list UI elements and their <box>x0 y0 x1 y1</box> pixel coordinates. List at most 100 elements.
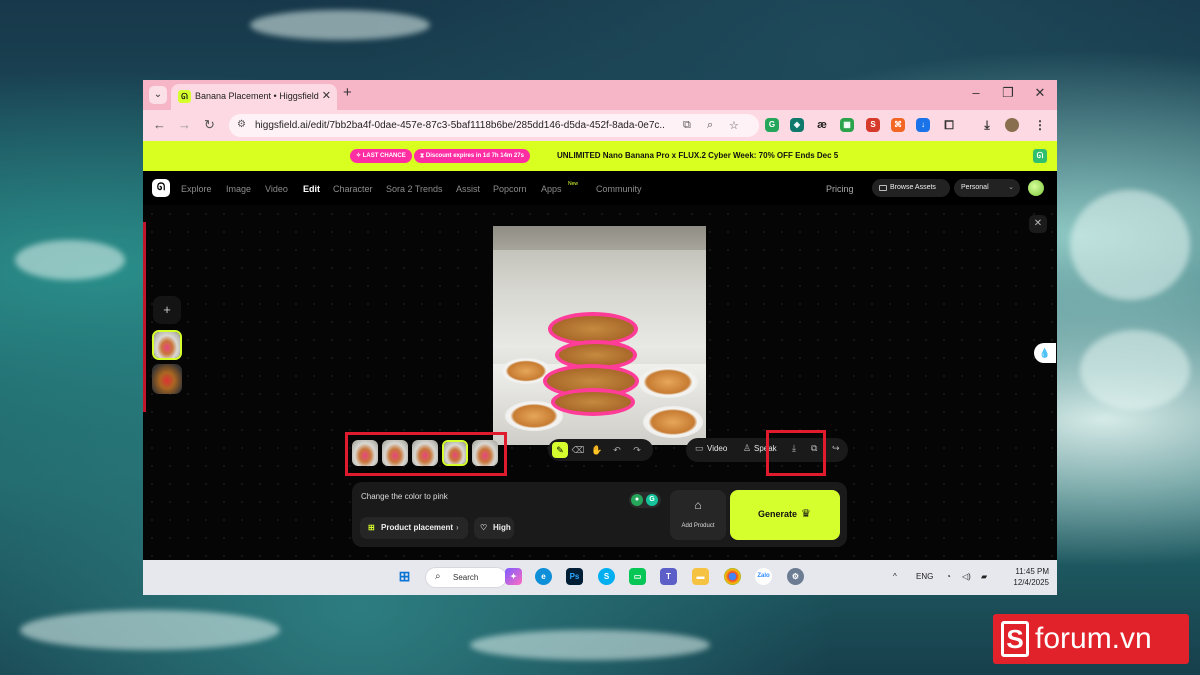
grammarly-extension-icon[interactable]: G <box>765 118 779 132</box>
nav-image[interactable]: Image <box>226 184 251 194</box>
strip-thumbnail-selected[interactable] <box>442 440 468 466</box>
browser-menu-icon[interactable]: ⋮ <box>1033 118 1047 132</box>
reload-icon[interactable]: ↻ <box>204 117 215 133</box>
extension-icon[interactable]: ▦ <box>840 118 854 132</box>
strip-thumbnail[interactable] <box>382 440 408 466</box>
browse-assets-button[interactable]: Browse Assets <box>872 179 950 197</box>
new-tab-button[interactable]: + <box>343 84 352 101</box>
ae-extension-icon[interactable]: æ <box>815 118 829 132</box>
user-avatar[interactable] <box>1028 180 1044 196</box>
extension-icon[interactable]: ⌘ <box>891 118 905 132</box>
nav-edit[interactable]: Edit <box>303 184 320 194</box>
download-highlight-box <box>766 430 826 476</box>
strip-thumbnail[interactable] <box>352 440 378 466</box>
nav-character[interactable]: Character <box>333 184 373 194</box>
volume-icon[interactable]: ◁) <box>962 572 971 581</box>
video-button[interactable]: Video <box>707 444 727 453</box>
profile-avatar[interactable] <box>1005 118 1019 132</box>
skype-icon[interactable]: S <box>598 568 615 585</box>
zoom-icon[interactable]: ⌕ <box>707 119 713 132</box>
back-icon[interactable]: ← <box>153 117 166 132</box>
nav-sora-trends[interactable]: Sora 2 Trends <box>386 184 443 194</box>
grammarly-icon: ● <box>631 494 643 506</box>
generate-button[interactable]: Generate ♛ <box>730 490 840 540</box>
nav-popcorn[interactable]: Popcorn <box>493 184 527 194</box>
add-image-button[interactable]: + <box>153 296 181 324</box>
new-badge: New <box>568 181 579 187</box>
minimize-button[interactable]: – <box>966 85 986 100</box>
zalo-icon[interactable]: Zalo <box>755 568 772 585</box>
forward-icon[interactable]: → <box>178 117 191 132</box>
bag-icon: ⊞ <box>368 523 375 532</box>
tab-search-button[interactable]: ⌄ <box>149 86 167 104</box>
heart-icon: ♡ <box>480 523 488 532</box>
extension-icon[interactable]: S <box>866 118 880 132</box>
tab-active[interactable]: ᘏ Banana Placement • Higgsfield ✕ <box>171 84 337 110</box>
tab-close-button[interactable]: ✕ <box>322 89 331 102</box>
url-text[interactable]: higgsfield.ai/edit/7bb2ba4f-0dae-457e-87… <box>255 120 665 131</box>
watermark-text: forum.vn <box>1035 622 1152 655</box>
grammarly-widget[interactable]: ● G <box>629 492 661 508</box>
nav-community[interactable]: Community <box>596 184 642 194</box>
windows-start-icon[interactable]: ⊞ <box>396 568 413 585</box>
url-omnibox[interactable]: ⚙ higgsfield.ai/edit/7bb2ba4f-0dae-457e-… <box>229 114 759 137</box>
taskbar-search[interactable]: ⌕ Search <box>425 567 507 588</box>
quality-chip[interactable]: ♡ High <box>474 517 514 539</box>
brush-icon[interactable]: ✎ <box>552 442 568 458</box>
drawing-toolbar: ✎ ⌫ ✋ ↶ ↷ <box>548 439 653 461</box>
extensions-puzzle-icon[interactable]: ⧠ <box>942 118 956 132</box>
teams-icon[interactable]: T <box>660 568 677 585</box>
redo-icon[interactable]: ↷ <box>629 442 645 458</box>
nav-explore[interactable]: Explore <box>181 184 212 194</box>
nav-apps[interactable]: Apps <box>541 184 562 194</box>
hand-icon[interactable]: ✋ <box>589 442 605 458</box>
promo-text: UNLIMITED Nano Banana Pro x FLUX.2 Cyber… <box>557 151 839 160</box>
crown-icon: ♛ <box>801 508 811 520</box>
nav-assist[interactable]: Assist <box>456 184 480 194</box>
edited-image[interactable] <box>493 226 706 445</box>
undo-icon[interactable]: ↶ <box>609 442 625 458</box>
maximize-button[interactable]: ❐ <box>998 85 1018 101</box>
windows-taskbar: ⊞ ⌕ Search ✦ e Ps S ▭ T ▬ Zalo ⚙ ^ ENG ◔… <box>143 560 1057 595</box>
copilot-icon[interactable]: ✦ <box>505 568 522 585</box>
bookmark-star-icon[interactable]: ☆ <box>729 119 739 132</box>
add-product-button[interactable]: ⌂ Add Product <box>670 490 726 540</box>
side-thumbnail[interactable] <box>152 364 182 394</box>
workspace-select[interactable]: Personal ⌄ <box>954 179 1020 197</box>
edge-icon[interactable]: e <box>535 568 552 585</box>
battery-icon[interactable]: ▰ <box>981 572 987 581</box>
close-editor-button[interactable]: ✕ <box>1029 215 1047 233</box>
settings-gear-icon[interactable]: ⚙ <box>787 568 804 585</box>
nav-video[interactable]: Video <box>265 184 288 194</box>
strip-thumbnail[interactable] <box>412 440 438 466</box>
site-info-icon[interactable]: ⚙ <box>237 119 246 130</box>
extension-icon[interactable]: ◈ <box>790 118 804 132</box>
wave-decoration <box>250 10 430 40</box>
search-icon: ⌕ <box>435 571 441 582</box>
image-tier <box>551 388 635 416</box>
file-explorer-icon[interactable]: ▬ <box>692 568 709 585</box>
promo-banner[interactable]: ✧ LAST CHANCE ⧗ Discount expires in 1d 7… <box>143 141 1057 171</box>
side-thumbnail-selected[interactable] <box>152 330 182 360</box>
extension-icon[interactable]: ↓ <box>916 118 930 132</box>
photoshop-icon[interactable]: Ps <box>566 568 583 585</box>
taskbar-clock[interactable]: 11:45 PM 12/4/2025 <box>1003 566 1049 588</box>
nav-pricing[interactable]: Pricing <box>826 184 854 194</box>
install-app-icon[interactable]: ⧉ <box>683 119 691 132</box>
prompt-input[interactable]: Change the color to pink <box>361 492 448 501</box>
workspace-label: Personal <box>961 184 989 191</box>
wifi-icon[interactable]: ◔ <box>946 572 951 581</box>
chrome-icon[interactable] <box>724 568 741 585</box>
product-placement-chip[interactable]: ⊞ Product placement › <box>360 517 468 539</box>
downloads-icon[interactable]: ⤓ <box>980 118 994 132</box>
share-icon[interactable]: ↪ <box>832 443 840 454</box>
higgsfield-logo-icon[interactable]: ᘏ <box>152 179 170 197</box>
sforum-watermark: S forum.vn <box>993 614 1189 664</box>
eraser-icon[interactable]: ⌫ <box>570 442 586 458</box>
close-window-button[interactable]: ✕ <box>1030 85 1050 101</box>
strip-thumbnail[interactable] <box>472 440 498 466</box>
line-icon[interactable]: ▭ <box>629 568 646 585</box>
tray-chevron-up-icon[interactable]: ^ <box>893 572 897 581</box>
drop-extension-icon[interactable]: 💧 <box>1034 343 1056 363</box>
language-indicator[interactable]: ENG <box>916 572 933 581</box>
